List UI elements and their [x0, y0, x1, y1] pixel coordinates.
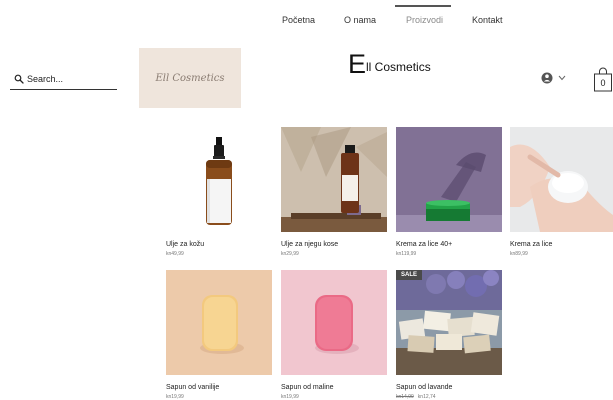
product-image[interactable] — [281, 127, 387, 232]
product-name: Ulje za njegu kose — [281, 241, 339, 248]
search-input[interactable] — [27, 71, 115, 86]
product-name: Sapun od vanilije — [166, 384, 220, 391]
product-price: kn19,99 — [281, 394, 299, 400]
search-bar[interactable] — [10, 70, 117, 90]
product-image[interactable] — [166, 127, 272, 232]
site-title-initial: E — [348, 49, 367, 79]
product-name: Sapun od lavande — [396, 384, 453, 391]
product-image[interactable] — [510, 127, 613, 232]
product-price: kn49,99 — [166, 251, 184, 257]
product-price-sale: kn12,74 — [417, 394, 436, 400]
product-price: kn14,99 kn12,74 — [396, 394, 436, 400]
product-image[interactable] — [396, 270, 502, 375]
nav-item-kontakt[interactable]: Kontakt — [472, 15, 503, 26]
logo[interactable]: Ell Cosmetics — [139, 48, 241, 108]
product-name: Sapun od maline — [281, 384, 334, 391]
sale-badge: SALE — [396, 270, 422, 280]
account-menu[interactable] — [541, 71, 569, 85]
logo-text: Ell Cosmetics — [155, 72, 225, 84]
cart-count: 0 — [600, 78, 606, 88]
product-price-old: kn14,99 — [396, 394, 414, 400]
product-price: kn19,99 — [166, 394, 184, 400]
product-name: Krema za lice 40+ — [396, 241, 453, 248]
nav-item-pocetna[interactable]: Početna — [282, 15, 315, 26]
product-image[interactable] — [396, 127, 502, 232]
site-title-rest: ll Cosmetics — [366, 60, 431, 74]
product-price: kn89,99 — [510, 251, 528, 257]
chevron-down-icon — [558, 75, 566, 81]
cart-button[interactable]: 0 — [593, 66, 613, 94]
product-name: Ulje za kožu — [166, 241, 205, 248]
main-nav: Početna O nama Proizvodi Kontakt — [0, 0, 613, 40]
product-price: kn29,99 — [281, 251, 299, 257]
product-image[interactable] — [281, 270, 387, 375]
search-icon — [14, 74, 24, 84]
nav-active-indicator — [395, 5, 451, 7]
nav-item-proizvodi[interactable]: Proizvodi — [406, 15, 443, 26]
site-title: E ll Cosmetics — [348, 48, 431, 78]
product-name: Krema za lice — [510, 241, 553, 248]
nav-item-o-nama[interactable]: O nama — [344, 15, 376, 26]
product-image[interactable] — [166, 270, 272, 375]
product-price: kn119,99 — [396, 251, 417, 257]
